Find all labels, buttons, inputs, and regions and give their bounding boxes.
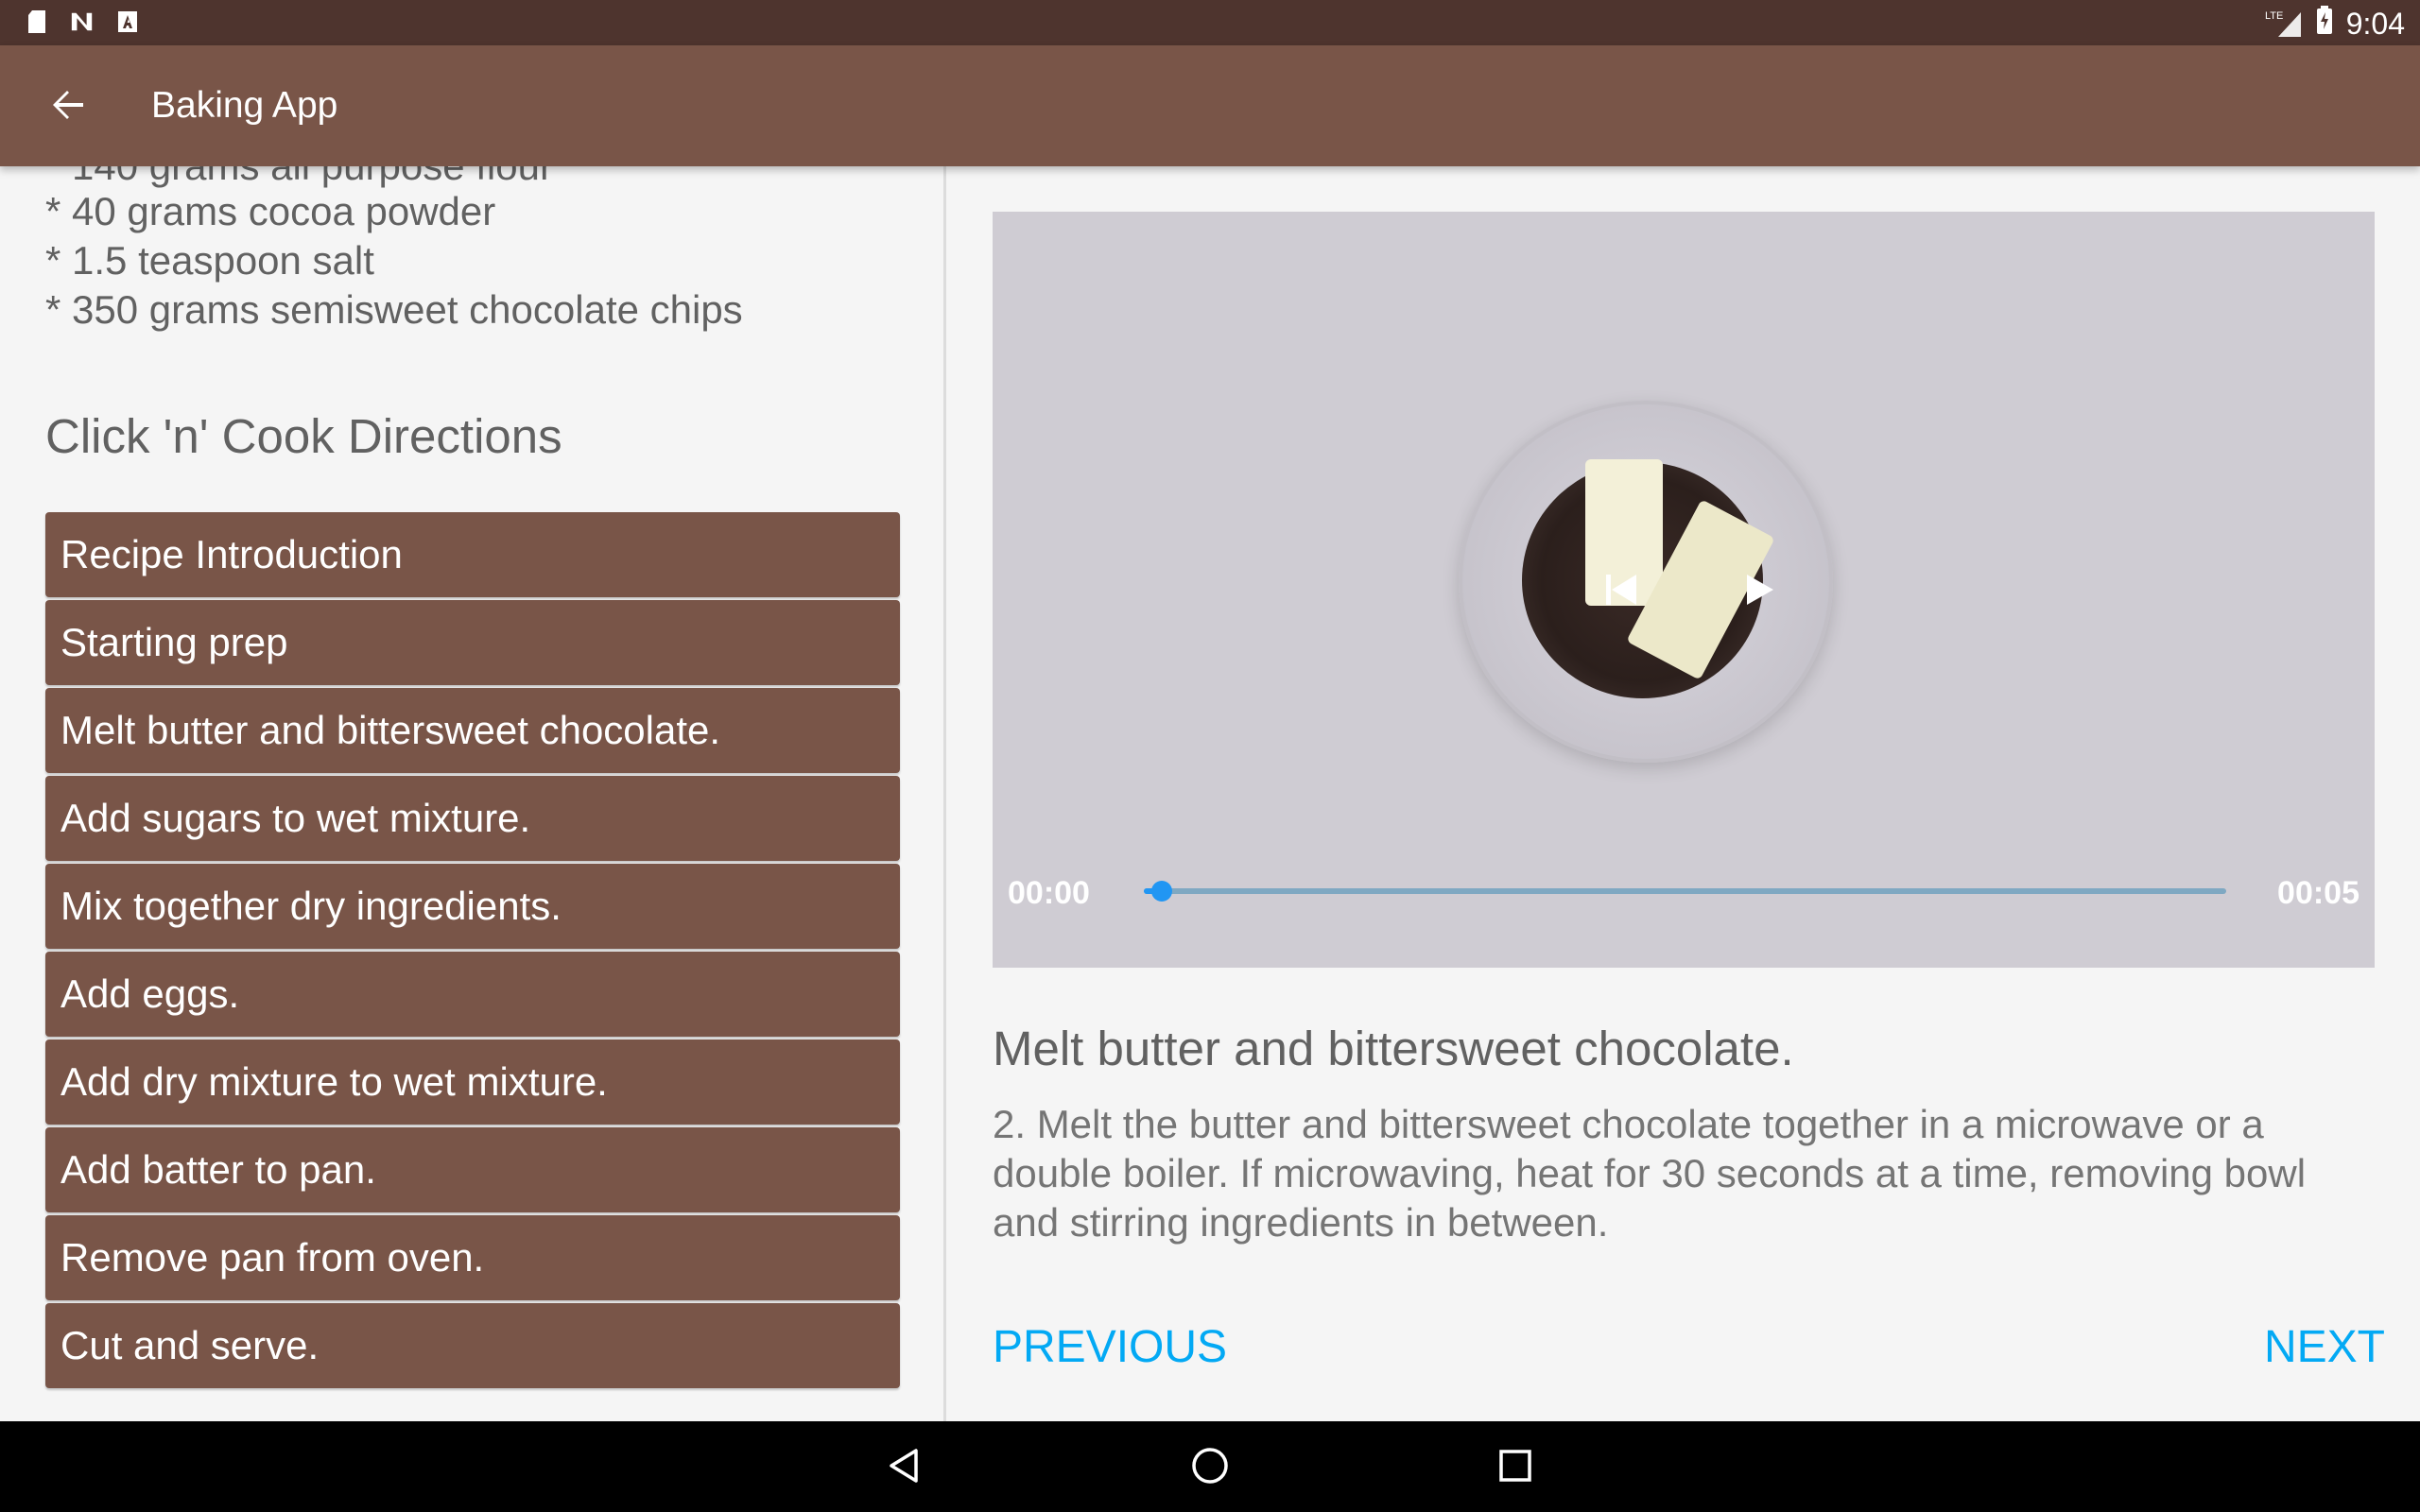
step-button[interactable]: Recipe Introduction bbox=[45, 512, 900, 597]
current-time: 00:00 bbox=[1008, 875, 1090, 911]
nav-back-button[interactable] bbox=[879, 1442, 930, 1493]
recipe-pane[interactable]: * 140 grams all purpose flour * 40 grams… bbox=[0, 166, 943, 1421]
nav-home-button[interactable] bbox=[1184, 1442, 1236, 1493]
home-circle-icon bbox=[1190, 1446, 1230, 1490]
play-icon bbox=[1739, 575, 1777, 612]
back-triangle-icon bbox=[886, 1447, 924, 1489]
step-button[interactable]: Cut and serve. bbox=[45, 1303, 900, 1388]
ingredient-item: * 1.5 teaspoon salt bbox=[45, 238, 374, 283]
step-button[interactable]: Add eggs. bbox=[45, 952, 900, 1037]
ingredient-item: * 350 grams semisweet chocolate chips bbox=[45, 287, 743, 332]
status-bar: LTE 9:04 bbox=[0, 0, 2420, 45]
seek-bar[interactable] bbox=[1144, 881, 2226, 902]
step-button[interactable]: Add batter to pan. bbox=[45, 1127, 900, 1212]
ingredient-item: * 40 grams cocoa powder bbox=[45, 189, 496, 233]
step-button[interactable]: Remove pan from oven. bbox=[45, 1215, 900, 1300]
step-title: Melt butter and bittersweet chocolate. bbox=[993, 1022, 1794, 1075]
previous-button[interactable]: PREVIOUS bbox=[993, 1321, 1227, 1373]
system-nav-bar bbox=[0, 1421, 2420, 1512]
network-label: LTE bbox=[2265, 10, 2283, 22]
directions-heading: Click 'n' Cook Directions bbox=[45, 409, 562, 463]
steps-list: Recipe Introduction Starting prep Melt b… bbox=[45, 512, 900, 1391]
duration-time: 00:05 bbox=[2277, 875, 2360, 911]
arrow-back-icon bbox=[51, 89, 85, 126]
recents-square-icon bbox=[1497, 1448, 1533, 1488]
back-button[interactable] bbox=[42, 83, 95, 130]
step-button[interactable]: Mix together dry ingredients. bbox=[45, 864, 900, 949]
play-button[interactable] bbox=[1739, 571, 1777, 613]
signal-icon: LTE bbox=[2265, 9, 2303, 39]
step-button[interactable]: Melt butter and bittersweet chocolate. bbox=[45, 688, 900, 773]
next-button[interactable]: NEXT bbox=[2264, 1321, 2385, 1373]
step-detail-pane: 00:00 00:05 Melt butter and bittersweet … bbox=[946, 166, 2420, 1421]
sd-card-icon bbox=[25, 9, 49, 34]
skip-previous-icon bbox=[1602, 575, 1640, 612]
video-player[interactable]: 00:00 00:05 bbox=[993, 212, 2375, 968]
step-button[interactable]: Add sugars to wet mixture. bbox=[45, 776, 900, 861]
nav-recents-button[interactable] bbox=[1490, 1442, 1541, 1493]
clock: 9:04 bbox=[2345, 6, 2405, 41]
step-button[interactable]: Add dry mixture to wet mixture. bbox=[45, 1040, 900, 1125]
seek-bar-thumb[interactable] bbox=[1151, 881, 1173, 902]
step-button[interactable]: Starting prep bbox=[45, 600, 900, 685]
battery-charging-icon bbox=[2316, 6, 2333, 42]
step-description: 2. Melt the butter and bittersweet choco… bbox=[993, 1102, 2307, 1245]
app-bar: Baking App bbox=[0, 45, 2420, 166]
a-badge-icon bbox=[115, 9, 140, 34]
app-title: Baking App bbox=[151, 85, 338, 126]
skip-previous-button[interactable] bbox=[1602, 571, 1640, 613]
n-logo-icon bbox=[70, 9, 95, 34]
